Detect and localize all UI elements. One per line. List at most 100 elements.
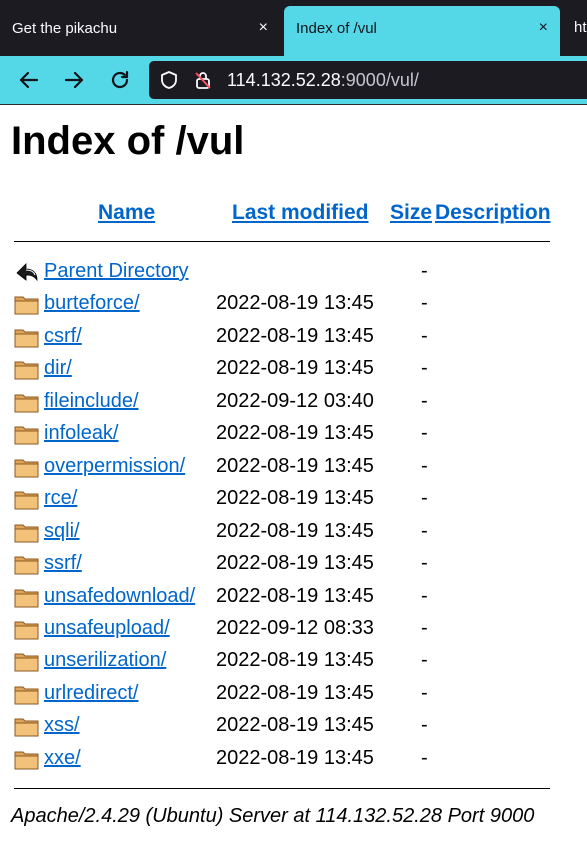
sort-by-last-modified-link[interactable]: Last modified: [232, 201, 369, 225]
page-title: Index of /vul: [11, 119, 245, 163]
sort-by-description-link[interactable]: Description: [435, 201, 551, 225]
list-item: rce/2022-08-19 13:45 -: [0, 484, 587, 516]
tab-partial[interactable]: ht: [574, 19, 587, 36]
entry-link[interactable]: ssrf/: [44, 552, 82, 575]
entry-link[interactable]: unsafeupload/: [44, 617, 170, 640]
entry-link[interactable]: xxe/: [44, 747, 81, 770]
list-item: unserilization/2022-08-19 13:45 -: [0, 646, 587, 678]
entry-date: 2022-08-19 13:45: [216, 519, 374, 542]
entry-size: -: [421, 422, 428, 445]
reload-icon[interactable]: [104, 64, 136, 96]
list-item: unsafeupload/2022-09-12 08:33 -: [0, 614, 587, 646]
tab-get-the-pikachu[interactable]: Get the pikachu ×: [0, 6, 280, 50]
list-item: ssrf/2022-08-19 13:45 -: [0, 549, 587, 581]
list-item: urlredirect/2022-08-19 13:45 -: [0, 679, 587, 711]
entry-date: 2022-08-19 13:45: [216, 746, 374, 769]
folder-icon: [14, 357, 40, 381]
entry-date: 2022-08-19 13:45: [216, 454, 374, 477]
entry-date: 2022-09-12 03:40: [216, 389, 374, 412]
nav-toolbar: 114.132.52.28:9000/vul/: [0, 56, 587, 104]
url-bar[interactable]: 114.132.52.28:9000/vul/: [149, 61, 587, 99]
url-host: 114.132.52.28: [227, 70, 341, 90]
entry-size: -: [421, 357, 428, 380]
back-icon: [14, 260, 40, 284]
entry-date: 2022-08-19 13:45: [216, 422, 374, 445]
folder-icon: [14, 292, 40, 316]
entry-link[interactable]: infoleak/: [44, 422, 119, 445]
tab-index-of-vul[interactable]: Index of /vul ×: [284, 6, 560, 56]
tab-bar: Get the pikachu × Index of /vul × ht: [0, 0, 587, 56]
entry-link[interactable]: burteforce/: [44, 292, 140, 315]
entry-date: 2022-08-19 13:45: [216, 714, 374, 737]
shield-icon[interactable]: [159, 70, 179, 90]
back-icon[interactable]: [13, 64, 45, 96]
entry-size: -: [421, 454, 428, 477]
entry-size: -: [421, 260, 428, 282]
list-item: fileinclude/2022-09-12 03:40 -: [0, 387, 587, 419]
folder-icon: [14, 649, 40, 673]
close-icon[interactable]: ×: [259, 20, 268, 36]
insecure-lock-icon[interactable]: [193, 70, 213, 90]
entry-size: -: [421, 292, 428, 315]
entry-size: -: [421, 584, 428, 607]
list-item: Parent Directory -: [0, 257, 587, 289]
entry-link[interactable]: overpermission/: [44, 455, 185, 478]
folder-icon: [14, 617, 40, 641]
list-item: csrf/2022-08-19 13:45 -: [0, 322, 587, 354]
entry-size: -: [421, 616, 428, 639]
entry-link[interactable]: xss/: [44, 714, 80, 737]
folder-icon: [14, 714, 40, 738]
list-item: xxe/2022-08-19 13:45 -: [0, 744, 587, 776]
list-item: unsafedownload/2022-08-19 13:45 -: [0, 582, 587, 614]
entry-date: 2022-08-19 13:45: [216, 292, 374, 315]
forward-icon[interactable]: [58, 64, 90, 96]
folder-icon: [14, 552, 40, 576]
entry-link[interactable]: rce/: [44, 487, 77, 510]
folder-icon: [14, 520, 40, 544]
entry-link[interactable]: csrf/: [44, 325, 82, 348]
folder-icon: [14, 487, 40, 511]
sort-by-size-link[interactable]: Size: [390, 201, 432, 225]
entry-link[interactable]: sqli/: [44, 520, 80, 543]
folder-icon: [14, 585, 40, 609]
entry-date: 2022-08-19 13:45: [216, 357, 374, 380]
url-path: :9000/vul/: [340, 70, 419, 90]
entry-date: 2022-09-12 08:33: [216, 616, 374, 639]
entry-date: 2022-08-19 13:45: [216, 584, 374, 607]
entry-link[interactable]: Parent Directory: [44, 260, 189, 283]
entry-link[interactable]: fileinclude/: [44, 390, 139, 413]
entry-date: 2022-08-19 13:45: [216, 487, 374, 510]
folder-icon: [14, 455, 40, 479]
entry-size: -: [421, 389, 428, 412]
folder-icon: [14, 682, 40, 706]
list-item: infoleak/2022-08-19 13:45 -: [0, 419, 587, 451]
sort-by-name-link[interactable]: Name: [98, 201, 155, 225]
entry-size: -: [421, 681, 428, 704]
tab-title: Get the pikachu: [12, 19, 118, 37]
entry-size: -: [421, 746, 428, 769]
entry-date: 2022-08-19 13:45: [216, 552, 374, 575]
list-item: overpermission/2022-08-19 13:45 -: [0, 452, 587, 484]
list-item: sqli/2022-08-19 13:45 -: [0, 517, 587, 549]
list-item: xss/2022-08-19 13:45 -: [0, 711, 587, 743]
entry-date: 2022-08-19 13:45: [216, 681, 374, 704]
entry-date: 2022-08-19 13:45: [216, 649, 374, 672]
entry-link[interactable]: unserilization/: [44, 649, 166, 672]
list-item: burteforce/2022-08-19 13:45 -: [0, 289, 587, 321]
folder-icon: [14, 390, 40, 414]
entry-size: -: [421, 324, 428, 347]
folder-icon: [14, 325, 40, 349]
entry-link[interactable]: unsafedownload/: [44, 585, 195, 608]
folder-icon: [14, 422, 40, 446]
entry-size: -: [421, 649, 428, 672]
list-item: dir/2022-08-19 13:45 -: [0, 354, 587, 386]
divider: [0, 104, 587, 105]
entry-size: -: [421, 714, 428, 737]
header-rule: [14, 241, 550, 242]
folder-icon: [14, 747, 40, 771]
entry-link[interactable]: urlredirect/: [44, 682, 138, 705]
entry-link[interactable]: dir/: [44, 357, 72, 380]
url-text[interactable]: 114.132.52.28:9000/vul/: [227, 70, 419, 91]
close-icon[interactable]: ×: [539, 20, 548, 36]
entry-date: 2022-08-19 13:45: [216, 324, 374, 347]
